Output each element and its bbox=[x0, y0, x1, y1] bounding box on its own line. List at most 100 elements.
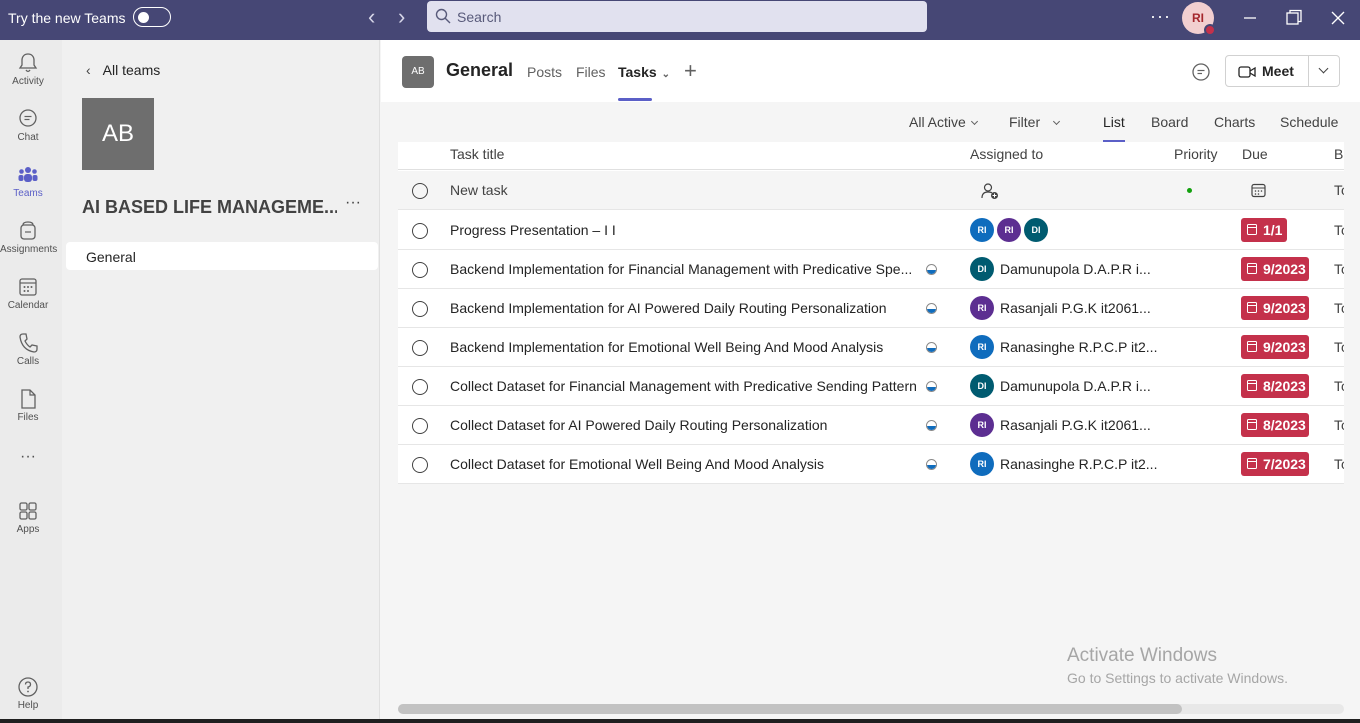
calendar-icon bbox=[19, 278, 37, 296]
assignee-avatar[interactable]: RI bbox=[997, 218, 1021, 242]
assignee-avatar[interactable]: DI bbox=[970, 374, 994, 398]
assignee-avatar[interactable]: RI bbox=[970, 218, 994, 242]
view-charts[interactable]: Charts bbox=[1214, 114, 1255, 130]
minimize-icon[interactable] bbox=[1240, 8, 1260, 28]
complete-task-circle-icon[interactable] bbox=[412, 340, 428, 356]
all-active-dropdown[interactable]: All Active bbox=[909, 114, 978, 130]
assignee-avatar[interactable]: DI bbox=[1024, 218, 1048, 242]
header-bucket[interactable]: B bbox=[1334, 146, 1343, 162]
view-schedule[interactable]: Schedule bbox=[1280, 114, 1338, 130]
in-progress-icon bbox=[926, 459, 937, 470]
back-arrow-icon[interactable]: ‹ bbox=[368, 6, 375, 28]
assignee-avatar[interactable]: RI bbox=[970, 413, 994, 437]
complete-task-circle-icon[interactable] bbox=[412, 418, 428, 434]
due-date-badge[interactable]: 1/1 bbox=[1241, 218, 1287, 242]
due-date-text: 7/2023 bbox=[1263, 456, 1306, 472]
rail-item-apps[interactable]: Apps bbox=[0, 500, 56, 535]
phone-icon bbox=[19, 333, 38, 353]
rail-item-help[interactable]: Help bbox=[0, 676, 56, 711]
rail-item-teams[interactable]: Teams bbox=[0, 164, 56, 199]
task-title[interactable]: Backend Implementation for Emotional Wel… bbox=[450, 339, 883, 355]
complete-task-circle-icon[interactable] bbox=[412, 457, 428, 473]
settings-more-icon[interactable]: ··· bbox=[1150, 6, 1171, 27]
priority-medium-icon[interactable] bbox=[1187, 188, 1192, 193]
close-icon[interactable] bbox=[1328, 8, 1348, 28]
view-list[interactable]: List bbox=[1103, 114, 1125, 130]
tab-tasks[interactable]: Tasks ⌄ bbox=[618, 64, 670, 80]
due-date-badge[interactable]: 8/2023 bbox=[1241, 374, 1309, 398]
header-priority[interactable]: Priority bbox=[1174, 146, 1218, 162]
new-task-row[interactable]: New task To bbox=[398, 171, 1344, 210]
due-date-badge[interactable]: 8/2023 bbox=[1241, 413, 1309, 437]
due-date-badge[interactable]: 9/2023 bbox=[1241, 335, 1309, 359]
horizontal-scrollbar[interactable] bbox=[398, 704, 1344, 714]
status-dnd-icon bbox=[1204, 24, 1216, 36]
tab-posts[interactable]: Posts bbox=[527, 64, 562, 80]
header-assigned-to[interactable]: Assigned to bbox=[970, 146, 1043, 162]
view-board[interactable]: Board bbox=[1151, 114, 1188, 130]
task-title[interactable]: Collect Dataset for AI Powered Daily Rou… bbox=[450, 417, 827, 433]
new-task-input[interactable]: New task bbox=[450, 182, 508, 198]
task-row[interactable]: Collect Dataset for Financial Management… bbox=[398, 367, 1344, 406]
meet-button[interactable]: Meet bbox=[1225, 55, 1309, 87]
assignee-name: Damunupola D.A.P.R i... bbox=[1000, 378, 1151, 394]
due-date-badge[interactable]: 9/2023 bbox=[1241, 257, 1309, 281]
all-active-label: All Active bbox=[909, 114, 966, 130]
task-title[interactable]: Progress Presentation – I I bbox=[450, 222, 616, 238]
rail-item-chat[interactable]: Chat bbox=[0, 108, 56, 143]
due-date-badge[interactable]: 9/2023 bbox=[1241, 296, 1309, 320]
assignee-avatar[interactable]: RI bbox=[970, 452, 994, 476]
assignee-avatar[interactable]: RI bbox=[970, 335, 994, 359]
due-date-text: 9/2023 bbox=[1263, 261, 1306, 277]
complete-task-circle-icon[interactable] bbox=[412, 262, 428, 278]
assignee-name: Damunupola D.A.P.R i... bbox=[1000, 261, 1151, 277]
rail-label: Calendar bbox=[7, 300, 49, 311]
channel-item-general[interactable]: General bbox=[66, 242, 378, 270]
task-row[interactable]: Collect Dataset for Emotional Well Being… bbox=[398, 445, 1344, 484]
task-title[interactable]: Backend Implementation for Financial Man… bbox=[450, 261, 912, 277]
complete-task-circle-icon[interactable] bbox=[412, 223, 428, 239]
due-date-badge[interactable]: 7/2023 bbox=[1241, 452, 1309, 476]
complete-task-circle-icon[interactable] bbox=[412, 301, 428, 317]
team-more-options-icon[interactable]: ··· bbox=[345, 194, 361, 212]
task-title[interactable]: Backend Implementation for AI Powered Da… bbox=[450, 300, 887, 316]
rail-item-calls[interactable]: Calls bbox=[0, 332, 56, 367]
rail-item-activity[interactable]: Activity bbox=[0, 52, 56, 87]
rail-label: Chat bbox=[17, 132, 39, 143]
due-date-text: 8/2023 bbox=[1263, 378, 1306, 394]
assignee-avatar[interactable]: RI bbox=[970, 296, 994, 320]
rail-item-files[interactable]: Files bbox=[0, 388, 56, 423]
assignee-avatar[interactable]: DI bbox=[970, 257, 994, 281]
meet-dropdown-button[interactable] bbox=[1308, 55, 1340, 87]
rail-label: Activity bbox=[12, 76, 44, 87]
rail-item-assignments[interactable]: Assignments bbox=[0, 220, 57, 255]
header-due[interactable]: Due bbox=[1242, 146, 1268, 162]
tab-files[interactable]: Files bbox=[576, 64, 606, 80]
task-row[interactable]: Progress Presentation – I I RI RI DI 1/1… bbox=[398, 211, 1344, 250]
conversation-icon[interactable] bbox=[1190, 61, 1212, 83]
filter-dropdown[interactable]: Filter bbox=[1009, 114, 1061, 130]
scrollbar-thumb[interactable] bbox=[398, 704, 1182, 714]
user-avatar[interactable]: RI bbox=[1182, 2, 1216, 36]
task-title[interactable]: Collect Dataset for Emotional Well Being… bbox=[450, 456, 824, 472]
all-teams-link[interactable]: ‹ All teams bbox=[86, 62, 160, 78]
rail-item-more[interactable]: ··· bbox=[0, 448, 56, 466]
due-date-calendar-icon[interactable] bbox=[1251, 183, 1266, 198]
header-task-title[interactable]: Task title bbox=[450, 146, 504, 162]
task-row[interactable]: Backend Implementation for Financial Man… bbox=[398, 250, 1344, 289]
task-row[interactable]: Backend Implementation for AI Powered Da… bbox=[398, 289, 1344, 328]
calendar-icon bbox=[1247, 380, 1257, 391]
search-input[interactable]: Search bbox=[427, 1, 927, 32]
task-row[interactable]: Collect Dataset for AI Powered Daily Rou… bbox=[398, 406, 1344, 445]
add-tab-icon[interactable]: + bbox=[684, 58, 697, 84]
forward-arrow-icon[interactable]: › bbox=[398, 6, 405, 28]
restore-icon[interactable] bbox=[1284, 8, 1304, 28]
complete-task-circle-icon[interactable] bbox=[412, 379, 428, 395]
rail-item-calendar[interactable]: Calendar bbox=[0, 276, 56, 311]
task-title[interactable]: Collect Dataset for Financial Management… bbox=[450, 378, 917, 394]
assign-person-icon[interactable] bbox=[981, 182, 999, 200]
title-bar: Try the new Teams ‹ › Search ··· RI bbox=[0, 0, 1360, 40]
task-row[interactable]: Backend Implementation for Emotional Wel… bbox=[398, 328, 1344, 367]
try-new-teams-toggle[interactable] bbox=[133, 7, 171, 27]
assignee-name: Ranasinghe R.P.C.P it2... bbox=[1000, 456, 1158, 472]
